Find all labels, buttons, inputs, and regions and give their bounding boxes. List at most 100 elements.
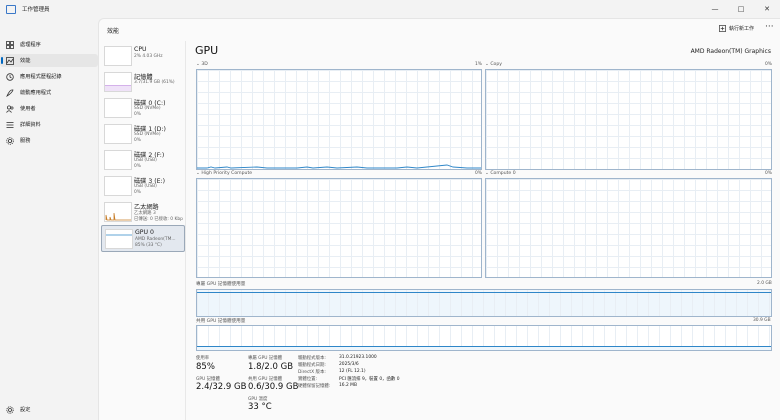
sidebar-item-label: 詳細資料	[20, 122, 41, 128]
sidebar-item-users[interactable]: 使用者	[0, 102, 98, 115]
dedicated-memory-label: 專屬 GPU 記憶體使用量	[196, 282, 246, 287]
window-title: 工作管理員	[22, 7, 50, 13]
engine-name: Compute 0	[490, 171, 516, 176]
sidebar-item-label: 設定	[20, 407, 31, 413]
sidebar-item-label: 效能	[20, 58, 31, 64]
shared-memory-max: 30.9 GB	[753, 318, 771, 323]
hardware-reserved-memory-label: 硬體保留記憶體:	[298, 384, 331, 389]
sidebar-item-label: 應用程式歷程記錄	[20, 74, 62, 80]
task-manager-icon	[6, 5, 16, 14]
resource-detail: SSD (NVMe)	[134, 132, 161, 137]
history-icon	[6, 73, 14, 81]
more-options-button[interactable]: ···	[765, 22, 774, 32]
shared-memory-label: 共用 GPU 記憶體使用量	[196, 319, 246, 324]
dedicated-gpu-memory-label: 專屬 GPU 記憶體	[248, 356, 283, 361]
memory-thumbnail	[104, 72, 132, 92]
sidebar: 處理程序 效能 應用程式歷程記錄 啟動應用程式 使用者 詳細資料 服務 設定	[0, 22, 98, 419]
disk-1-thumbnail	[104, 124, 132, 144]
sidebar-item-startup-apps[interactable]: 啟動應用程式	[0, 86, 98, 99]
run-task-icon	[719, 25, 726, 32]
resource-detail: 2% 4.03 GHz	[134, 54, 163, 59]
sidebar-item-label: 處理程序	[20, 42, 41, 48]
resource-name: CPU	[134, 46, 147, 53]
grid-icon	[6, 41, 14, 49]
startup-icon	[6, 89, 14, 97]
graph-compute-0	[485, 178, 772, 278]
dedicated-memory-max: 2.0 GB	[757, 281, 772, 286]
gear-icon	[6, 406, 14, 414]
main-content: 效能 執行新工作 ··· CPU 2% 4.03 GHz 記憶體 3.7/31.…	[98, 18, 780, 420]
sidebar-item-label: 服務	[20, 138, 31, 144]
resource-usage: 0%	[134, 112, 141, 117]
directx-version-label: DirectX 版本:	[298, 370, 326, 375]
resource-detail: USB (USB)	[134, 184, 157, 189]
shared-memory-fill	[197, 347, 771, 350]
graph-high-priority-compute	[196, 178, 482, 278]
services-icon	[6, 137, 14, 145]
resource-disk-2[interactable]: 磁碟 2 (F:) USB (USB) 0%	[101, 147, 183, 172]
resource-disk-0[interactable]: 磁碟 0 (C:) SSD (NVMe) 0%	[101, 95, 183, 120]
usage-value: 85%	[196, 362, 215, 372]
resource-disk-3[interactable]: 磁碟 3 (E:) USB (USB) 0%	[101, 173, 183, 198]
resource-usage: 0%	[134, 138, 141, 143]
engine-pct-high-priority-compute: 0%	[475, 171, 482, 176]
resource-usage: 已傳送: 0 已接收: 0 Kbp	[134, 217, 183, 222]
disk-3-thumbnail	[104, 176, 132, 196]
disk-0-thumbnail	[104, 98, 132, 118]
physical-location-label: 實體位置:	[298, 377, 318, 382]
resource-memory[interactable]: 記憶體 3.7/31.9 GB (61%)	[101, 69, 183, 94]
gpu-thumbnail	[105, 229, 133, 249]
engine-label-high-priority-compute: ⌄ High Priority Compute	[196, 171, 253, 176]
engine-pct-3d: 1%	[475, 62, 482, 67]
run-new-task-button[interactable]: 執行新工作	[719, 25, 754, 32]
gpu-memory-value: 2.4/32.9 GB	[196, 382, 247, 392]
sidebar-item-details[interactable]: 詳細資料	[0, 118, 98, 131]
directx-version-value: 12 (FL 12.1)	[339, 369, 366, 374]
maximize-button[interactable]: □	[728, 0, 754, 18]
driver-date-label: 驅動程式日期:	[298, 363, 326, 368]
users-icon	[6, 105, 14, 113]
sidebar-item-processes[interactable]: 處理程序	[0, 38, 98, 51]
sidebar-item-performance[interactable]: 效能	[0, 54, 98, 67]
sidebar-item-label: 啟動應用程式	[20, 90, 52, 96]
disk-2-thumbnail	[104, 150, 132, 170]
gpu-temperature-value: 33 °C	[248, 402, 272, 412]
resource-detail: AMD Radeon(TM...	[135, 237, 176, 242]
dedicated-gpu-memory-value: 1.8/2.0 GB	[248, 362, 294, 372]
usage-label: 使用率	[196, 356, 210, 361]
gpu-model-name: AMD Radeon(TM) Graphics	[690, 48, 771, 55]
driver-version-label: 驅動程式版本:	[298, 356, 326, 361]
graph-3d-line	[197, 164, 481, 169]
resource-gpu-0[interactable]: GPU 0 AMD Radeon(TM... 85% (33 °C)	[101, 225, 185, 252]
page-title: 效能	[107, 28, 120, 35]
sidebar-item-app-history[interactable]: 應用程式歷程記錄	[0, 70, 98, 83]
cpu-thumbnail	[104, 46, 132, 66]
resource-ethernet[interactable]: 乙太網路 乙太網路 3 已傳送: 0 已接收: 0 Kbp	[101, 199, 183, 224]
hardware-reserved-memory-value: 16.2 MB	[339, 383, 357, 388]
engine-name: 3D	[201, 62, 208, 67]
engine-name: Copy	[490, 62, 502, 67]
ethernet-thumbnail	[104, 202, 132, 222]
close-button[interactable]: ✕	[754, 0, 780, 18]
minimize-button[interactable]: —	[702, 0, 728, 18]
resource-list: CPU 2% 4.03 GHz 記憶體 3.7/31.9 GB (61%) 磁碟…	[99, 41, 186, 420]
title-bar: 工作管理員 — □ ✕	[0, 0, 780, 18]
graph-dedicated-memory	[196, 289, 772, 317]
graph-copy	[485, 69, 772, 170]
graph-3d	[196, 69, 482, 170]
engine-name: High Priority Compute	[201, 171, 253, 176]
sidebar-item-label: 使用者	[20, 106, 36, 112]
sidebar-item-settings[interactable]: 設定	[0, 403, 98, 416]
physical-location-value: PCI 匯流排 9，裝置 0，函數 0	[339, 377, 400, 382]
resource-usage: 0%	[134, 164, 141, 169]
resource-cpu[interactable]: CPU 2% 4.03 GHz	[101, 43, 183, 68]
resource-disk-1[interactable]: 磁碟 1 (D:) SSD (NVMe) 0%	[101, 121, 183, 146]
details-icon	[6, 122, 14, 128]
dedicated-memory-level	[197, 292, 771, 293]
driver-version-value: 31.0.21923.1000	[339, 355, 377, 360]
engine-label-3d: ⌄ 3D	[196, 62, 208, 67]
sidebar-item-services[interactable]: 服務	[0, 134, 98, 147]
resource-usage: 0%	[134, 190, 141, 195]
resource-detail: 3.7/31.9 GB (61%)	[134, 80, 175, 85]
shared-gpu-memory-value: 0.6/30.9 GB	[248, 382, 299, 392]
